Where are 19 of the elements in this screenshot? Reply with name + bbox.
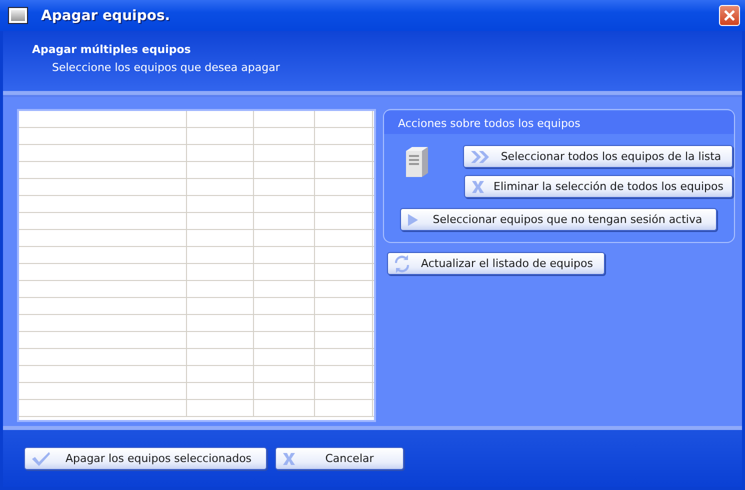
footer-button[interactable]: Apagar los equipos seleccionados <box>24 447 267 470</box>
cross-icon <box>282 452 296 466</box>
cross-icon <box>471 180 485 194</box>
close-button[interactable] <box>719 5 740 26</box>
close-icon <box>723 9 736 22</box>
window-icon <box>9 8 27 23</box>
double-chevron-icon <box>470 150 490 164</box>
action-button[interactable]: Seleccionar todos los equipos de la lista <box>463 145 733 168</box>
action-button[interactable]: Actualizar el listado de equipos <box>387 252 605 275</box>
action-button[interactable]: Seleccionar equipos que no tengan sesión activa <box>400 208 717 231</box>
footer-button[interactable]: Cancelar <box>275 447 404 470</box>
action-button[interactable]: Eliminar la selección de todos los equipos <box>464 175 733 198</box>
window-title: Apagar equipos. <box>41 8 172 24</box>
group-title: Acciones sobre todos los equipos <box>384 111 734 134</box>
refresh-icon <box>394 254 410 272</box>
header-title: Apagar múltiples equipos <box>32 43 192 56</box>
play-arrow-icon <box>407 212 419 226</box>
check-icon <box>31 450 51 466</box>
header-subtitle: Seleccione los equipos que desea apagar <box>52 61 281 74</box>
